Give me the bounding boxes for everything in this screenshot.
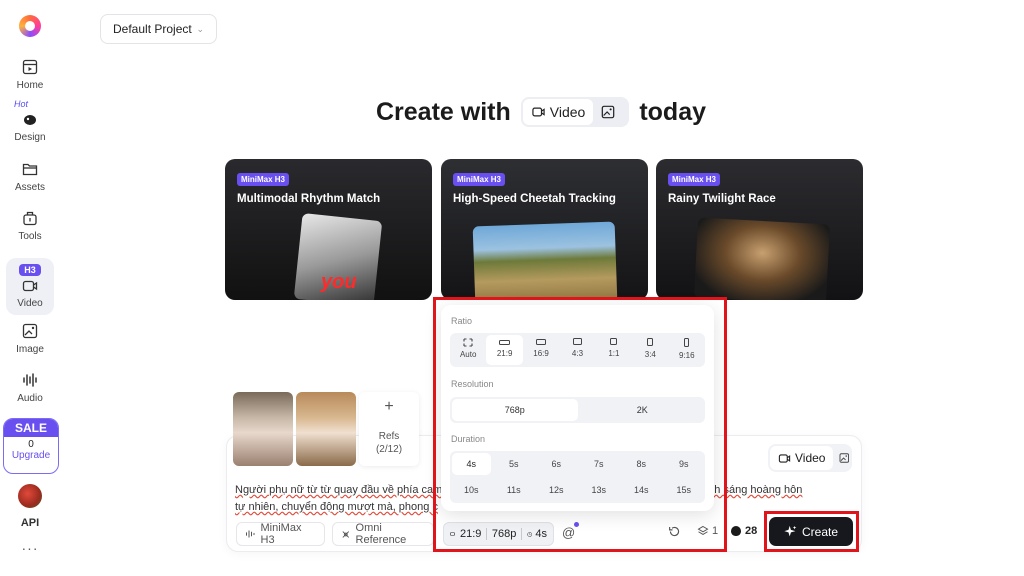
media-type-toggle: Video <box>520 97 630 127</box>
model-badge: MiniMax H3 <box>668 173 721 186</box>
template-card[interactable]: you MiniMax H3 Multimodal Rhythm Match <box>225 159 432 300</box>
card-image <box>472 221 618 300</box>
sale-upgrade-card[interactable]: SALE 0 Upgrade <box>3 418 59 474</box>
audio-icon <box>23 373 37 387</box>
annotation-highlight-create <box>764 511 859 552</box>
video-mode-button[interactable]: Video <box>770 446 834 470</box>
refs-label: Refs <box>378 431 400 442</box>
video-icon <box>532 107 545 117</box>
sidebar-item-label: Assets <box>14 182 45 193</box>
sidebar-item-home[interactable]: Home <box>0 59 60 91</box>
design-icon <box>24 115 36 125</box>
image-mode-icon[interactable] <box>839 452 850 464</box>
headline-prefix: Create with <box>376 97 511 126</box>
sidebar-item-audio[interactable]: Audio <box>0 372 60 404</box>
credit-value: 28 <box>745 525 758 537</box>
video-toggle-button[interactable]: Video <box>522 99 594 125</box>
card-title: Multimodal Rhythm Match <box>237 193 381 205</box>
template-card[interactable]: MiniMax H3 Rainy Twilight Race <box>656 159 863 300</box>
audio-wave-icon <box>246 530 255 538</box>
sidebar-item-label: Video <box>17 298 43 309</box>
app-logo-icon[interactable] <box>19 15 41 37</box>
home-icon <box>22 59 38 75</box>
avatar[interactable] <box>18 484 42 508</box>
sidebar-item-design[interactable]: Design <box>0 111 60 143</box>
credit-icon <box>731 526 741 536</box>
reference-thumbnail[interactable] <box>233 392 293 466</box>
headline-suffix: today <box>639 97 707 126</box>
card-title: Rainy Twilight Race <box>668 193 776 205</box>
folder-icon <box>22 163 38 176</box>
card-image <box>693 217 831 300</box>
h3-badge: H3 <box>19 264 41 276</box>
template-card[interactable]: MiniMax H3 High-Speed Cheetah Tracking <box>441 159 648 300</box>
sidebar-item-label: Image <box>16 344 44 355</box>
omni-reference-icon <box>342 530 350 538</box>
upgrade-link[interactable]: Upgrade <box>4 450 58 461</box>
page: Home Hot Design Assets Tools H3 Video Im… <box>0 0 1024 576</box>
sidebar-item-image[interactable]: Image <box>0 323 60 355</box>
sidebar-item-video[interactable]: H3 Video <box>6 258 54 315</box>
reference-thumbnail[interactable] <box>296 392 356 466</box>
sidebar-item-assets[interactable]: Assets <box>0 161 60 193</box>
model-selector[interactable]: MiniMax H3 <box>236 522 325 546</box>
page-title: Create with Video today <box>376 96 706 128</box>
add-reference-button[interactable]: + Refs (2/12) <box>359 392 419 466</box>
image-icon <box>22 323 38 339</box>
model-badge: MiniMax H3 <box>237 173 290 186</box>
sale-title: SALE <box>4 419 58 437</box>
tools-icon <box>23 211 37 226</box>
more-icon[interactable]: ··· <box>0 540 60 556</box>
video-icon <box>778 453 791 463</box>
sidebar: Home Hot Design Assets Tools H3 Video Im… <box>0 0 60 576</box>
project-name: Default Project <box>113 22 192 36</box>
image-icon <box>602 105 615 119</box>
sidebar-item-label: Tools <box>18 231 42 242</box>
refs-count: (2/12) <box>375 444 403 455</box>
mode-toggle: Video <box>768 444 852 472</box>
card-title: High-Speed Cheetah Tracking <box>453 193 616 205</box>
credit-cost: 28 <box>731 525 757 537</box>
chevron-down-icon: ⌄ <box>196 23 204 34</box>
hot-tag: Hot <box>14 99 29 109</box>
sidebar-item-label: Home <box>16 80 44 91</box>
model-badge: MiniMax H3 <box>453 173 506 186</box>
image-toggle-button[interactable] <box>593 99 627 125</box>
sidebar-item-label: Design <box>14 132 46 143</box>
card-overlay-text: you <box>321 271 357 293</box>
project-dropdown[interactable]: Default Project ⌄ <box>100 14 217 44</box>
sale-count: 0 <box>28 439 34 450</box>
plus-icon: + <box>384 398 394 415</box>
sidebar-item-label: Audio <box>17 393 43 404</box>
video-mode-label: Video <box>795 451 826 465</box>
annotation-highlight-settings <box>433 297 727 552</box>
api-link[interactable]: API <box>0 517 60 529</box>
omni-reference-button[interactable]: Omni Reference <box>332 522 434 546</box>
video-icon <box>22 280 38 292</box>
model-label: MiniMax H3 <box>260 522 302 546</box>
video-toggle-label: Video <box>549 104 586 120</box>
omni-label: Omni Reference <box>355 522 407 546</box>
sidebar-item-tools[interactable]: Tools <box>0 210 60 242</box>
